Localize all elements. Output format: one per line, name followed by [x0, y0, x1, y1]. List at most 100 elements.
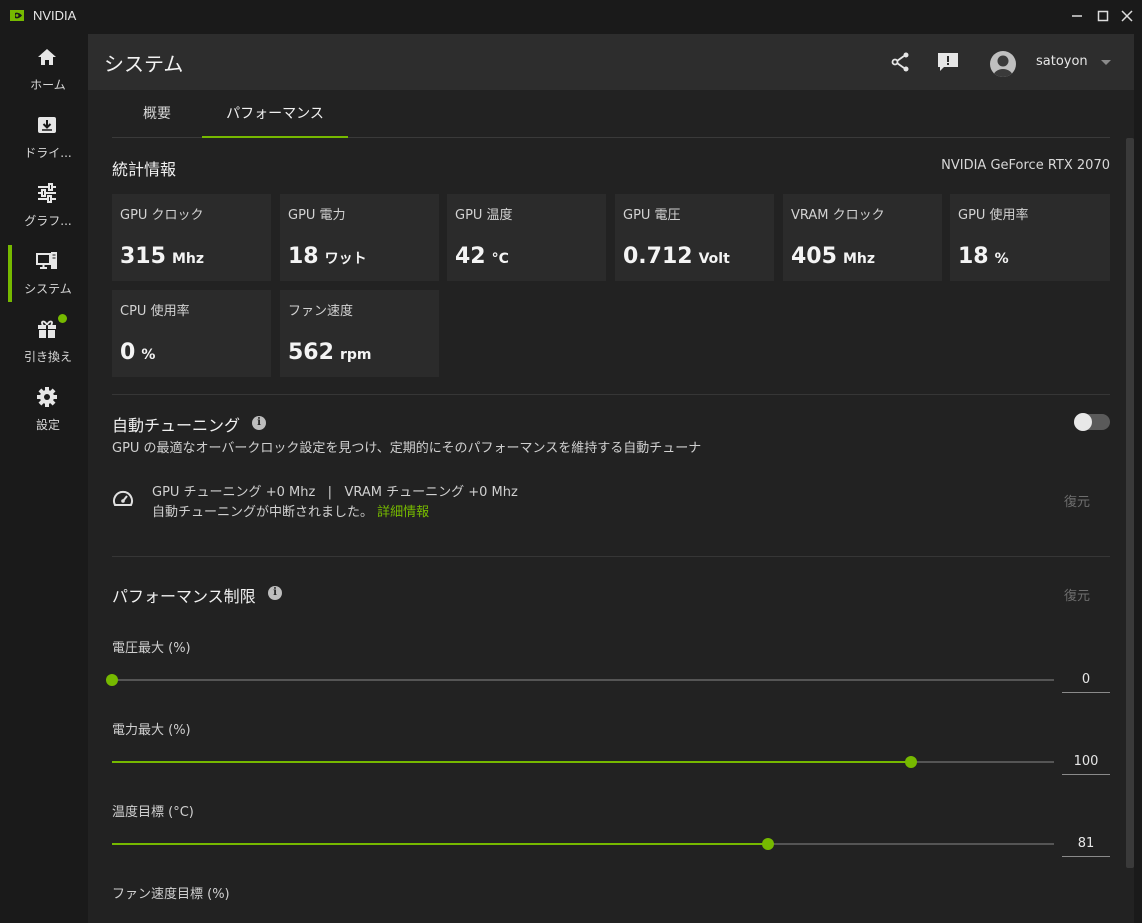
stat-card-gpu-voltage: GPU 電圧 0.712 Volt [615, 194, 774, 281]
sidebar-item-label: 設定 [35, 418, 60, 432]
temp-target-label: 温度目標 (°C) [112, 805, 194, 820]
tuning-interrupted-line: 自動チューニングが中断されました。 詳細情報 [152, 505, 430, 520]
page-title: システム [104, 52, 184, 76]
fan-speed-target-label: ファン速度目標 (%) [112, 887, 230, 902]
main-panel: システム satoyon 概要 パフォーマンス 統計情報 NVIDIA GeFo… [88, 34, 1134, 923]
username[interactable]: satoyon [1036, 54, 1088, 69]
title-bar: NVIDIA [0, 0, 1142, 32]
nvidia-logo-icon [10, 10, 24, 21]
stat-card-cpu-usage: CPU 使用率 0% [112, 290, 271, 377]
stat-card-gpu-temp: GPU 温度 42 °C [447, 194, 606, 281]
page-header: システム satoyon [88, 34, 1134, 90]
maximize-icon [1097, 10, 1109, 22]
sidebar-item-label: グラフ... [24, 214, 72, 228]
stat-unit: % [994, 251, 1009, 267]
driver-download-icon [38, 117, 56, 133]
details-link[interactable]: 詳細情報 [377, 505, 429, 520]
stat-unit: °C [491, 251, 509, 267]
tab-performance[interactable]: パフォーマンス [202, 90, 348, 138]
auto-tuning-title: 自動チューニング [112, 416, 241, 435]
section-divider [112, 394, 1110, 395]
gift-icon [38, 320, 56, 338]
window-title: NVIDIA [33, 8, 77, 23]
sidebar-item-label: システム [24, 282, 72, 296]
stat-card-vram-clock: VRAM クロック 405 Mhz [783, 194, 942, 281]
toggle-knob [1074, 413, 1092, 431]
stat-unit: Mhz [842, 251, 875, 267]
stat-unit: rpm [339, 347, 372, 363]
temp-target-value[interactable]: 81 [1062, 833, 1110, 857]
feedback-icon[interactable] [937, 51, 959, 73]
stat-label: CPU 使用率 [120, 304, 190, 319]
sidebar-item-graphics[interactable]: グラフ... [0, 172, 88, 236]
stat-value: 562 rpm [288, 340, 372, 365]
stat-value: 315 Mhz [120, 244, 204, 269]
stat-label: GPU 電圧 [623, 208, 681, 223]
stat-card-gpu-clock: GPU クロック 315 Mhz [112, 194, 271, 281]
stat-label: GPU 使用率 [958, 208, 1029, 223]
notification-badge [58, 314, 67, 323]
sidebar-item-label: 引き換え [23, 350, 72, 364]
sidebar-item-label: ドライ... [24, 146, 72, 160]
speedometer-icon [113, 490, 133, 506]
stats-title: 統計情報 [112, 160, 177, 179]
sidebar-item-home[interactable]: ホーム [0, 36, 88, 100]
sidebar-item-settings[interactable]: 設定 [0, 376, 88, 440]
power-max-value[interactable]: 100 [1062, 751, 1110, 775]
sidebar-item-system[interactable]: システム [0, 240, 88, 304]
stat-value: 18 ワット [288, 244, 367, 269]
slider-thumb[interactable] [761, 838, 774, 850]
slider-thumb[interactable] [106, 674, 118, 686]
sidebar-item-redeem[interactable]: 引き換え [0, 308, 88, 372]
slider-thumb[interactable] [904, 756, 917, 768]
voltage-max-value[interactable]: 0 [1062, 669, 1110, 693]
stat-value: 42 °C [455, 244, 509, 269]
stat-unit: % [141, 347, 156, 363]
system-monitor-icon [36, 252, 57, 269]
stat-label: GPU 温度 [455, 208, 513, 223]
stat-label: GPU クロック [120, 208, 204, 223]
power-max-label: 電力最大 (%) [112, 723, 191, 738]
temp-target-slider[interactable] [112, 838, 1054, 850]
minimize-button[interactable] [1067, 6, 1087, 26]
power-max-slider[interactable] [112, 756, 1054, 768]
close-button[interactable] [1117, 6, 1137, 26]
close-icon [1121, 10, 1133, 22]
stat-label: ファン速度 [288, 304, 354, 319]
sidebar-item-label: ホーム [30, 78, 66, 92]
auto-tuning-toggle[interactable] [1074, 413, 1110, 431]
avatar[interactable] [990, 51, 1016, 77]
share-icon[interactable] [890, 51, 912, 73]
slider-fill [112, 761, 911, 763]
stat-card-gpu-power: GPU 電力 18 ワット [280, 194, 439, 281]
user-avatar-icon [993, 55, 1013, 77]
tab-bar: 概要 パフォーマンス [112, 90, 1110, 138]
scrollbar[interactable] [1126, 138, 1134, 868]
chevron-down-icon[interactable] [1100, 59, 1112, 67]
stat-unit: Mhz [171, 251, 204, 267]
sidebar-item-drivers[interactable]: ドライ... [0, 104, 88, 168]
restore-tuning-button[interactable]: 復元 [1064, 491, 1090, 510]
auto-tuning-description: GPU の最適なオーバークロック設定を見つけ、定期的にそのパフォーマンスを維持す… [112, 441, 702, 456]
graphics-sliders-icon [38, 183, 56, 203]
slider-fill [112, 843, 768, 845]
stat-value: 0% [120, 340, 156, 365]
sidebar: ホーム ドライ... グラフ... システム 引き換え 設定 [0, 32, 88, 923]
voltage-max-slider[interactable] [106, 674, 1054, 686]
info-icon[interactable]: i [252, 416, 266, 430]
minimize-icon [1072, 15, 1082, 17]
section-divider [112, 556, 1110, 557]
tuning-status-line: GPU チューニング +0 Mhz | VRAM チューニング +0 Mhz [152, 485, 518, 500]
home-icon [38, 49, 56, 65]
maximize-button[interactable] [1093, 6, 1113, 26]
stat-unit: Volt [698, 251, 730, 267]
tab-overview[interactable]: 概要 [112, 90, 202, 138]
stat-label: GPU 電力 [288, 208, 346, 223]
stat-unit: ワット [324, 251, 367, 267]
performance-limits-title: パフォーマンス制限 [112, 587, 256, 606]
info-icon[interactable]: i [268, 586, 282, 600]
stat-value: 405 Mhz [791, 244, 875, 269]
restore-limits-button[interactable]: 復元 [1064, 585, 1090, 604]
gpu-name: NVIDIA GeForce RTX 2070 [941, 158, 1110, 173]
stat-label: VRAM クロック [791, 208, 885, 223]
